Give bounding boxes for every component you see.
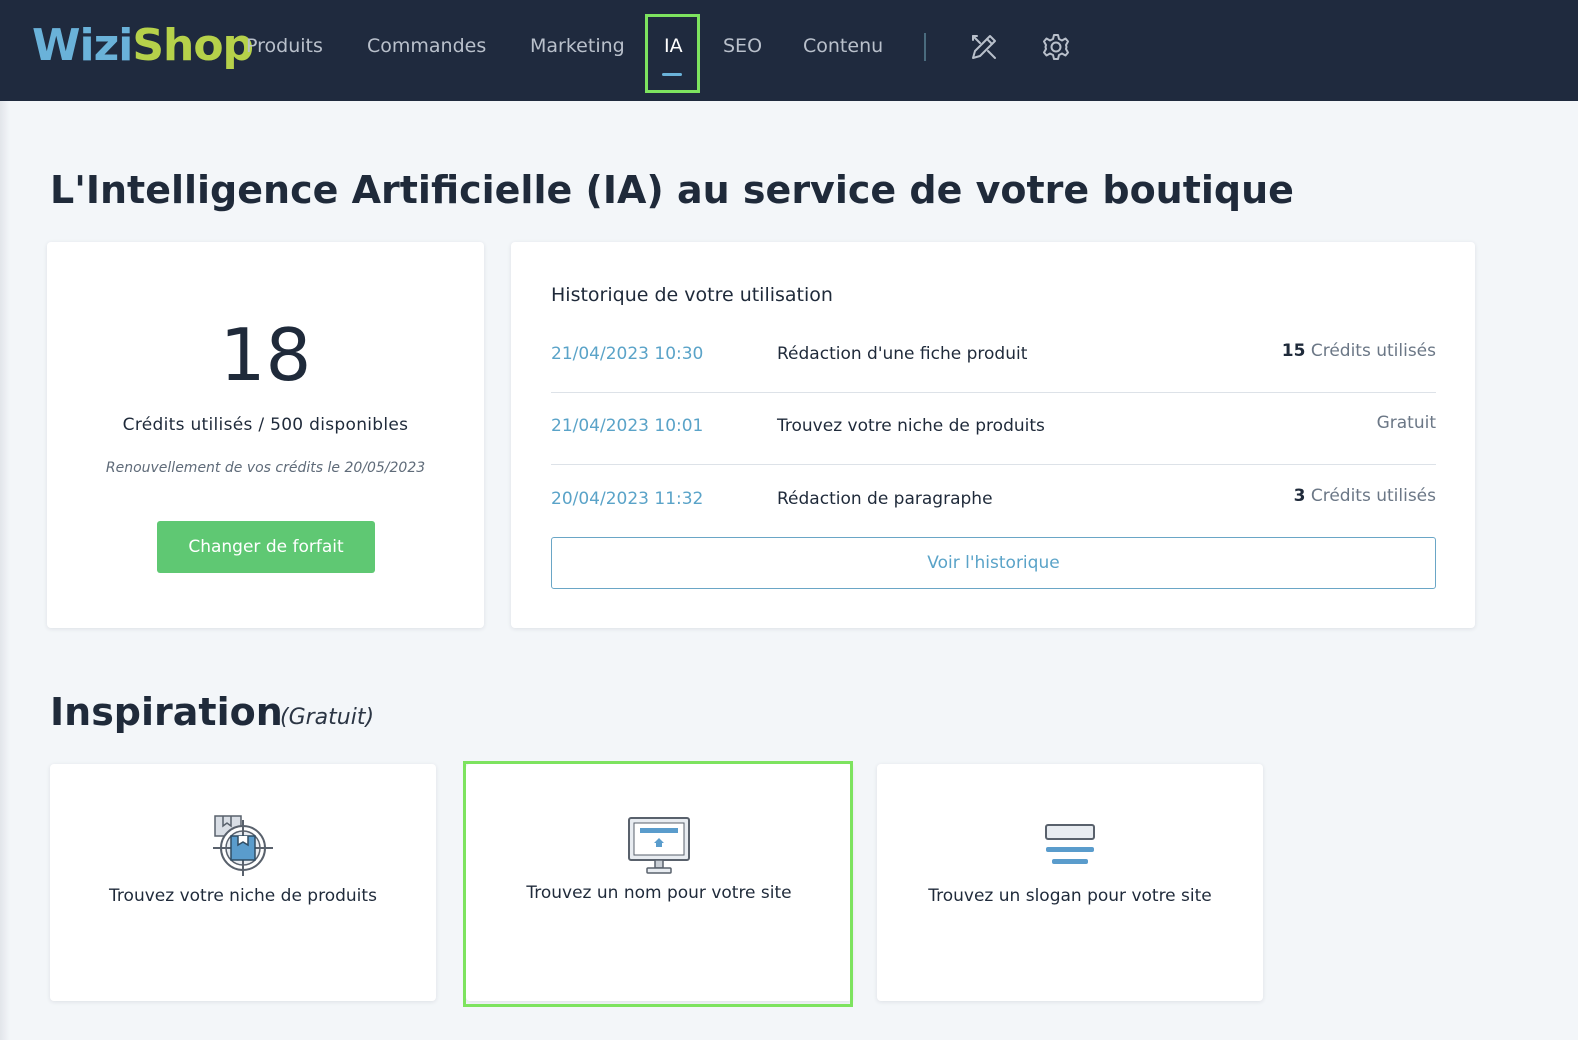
nav-ia-highlight: [645, 14, 700, 93]
nav-marketing[interactable]: Marketing: [530, 30, 625, 62]
history-action: Rédaction d'une fiche produit: [777, 344, 1028, 364]
credits-used-count: 18: [219, 313, 312, 397]
product-target-icon: [213, 815, 273, 876]
logo-part-wizi: Wizi: [32, 20, 133, 71]
change-plan-button[interactable]: Changer de forfait: [157, 521, 375, 573]
left-edge-shadow: [0, 101, 10, 1040]
tool-card-label: Trouvez un nom pour votre site: [526, 883, 792, 903]
nav-contenu[interactable]: Contenu: [803, 30, 883, 62]
history-divider: [551, 464, 1436, 465]
tool-card-label: Trouvez un slogan pour votre site: [928, 886, 1212, 906]
history-row: 21/04/2023 10:01 Trouvez votre niche de …: [551, 413, 1436, 446]
inspiration-subtitle: (Gratuit): [280, 705, 375, 730]
credits-label: Crédits utilisés / 500 disponibles: [122, 415, 409, 435]
monitor-icon: [628, 817, 690, 874]
design-tools-icon[interactable]: [969, 32, 999, 62]
history-divider: [551, 392, 1436, 393]
history-credits-text: Crédits utilisés: [1310, 486, 1436, 506]
tool-card-slogan[interactable]: Trouvez un slogan pour votre site: [877, 764, 1263, 1001]
nav-produits[interactable]: Produits: [246, 30, 323, 62]
page-title: L'Intelligence Artificielle (IA) au serv…: [50, 168, 1294, 212]
history-date: 20/04/2023 11:32: [551, 489, 704, 509]
slogan-lines-icon: [1045, 824, 1095, 864]
history-date: 21/04/2023 10:01: [551, 416, 704, 436]
nav-separator: [924, 33, 926, 61]
history-row: 21/04/2023 10:30 Rédaction d'une fiche p…: [551, 341, 1436, 374]
logo-part-shop: Shop: [132, 20, 254, 71]
gear-icon[interactable]: [1041, 32, 1071, 62]
history-credits-text: Crédits utilisés: [1310, 341, 1436, 361]
top-navigation-bar: WiziShop Produits Commandes Marketing IA…: [0, 0, 1578, 101]
history-credits: 15 Crédits utilisés: [1282, 341, 1436, 361]
history-credits: Gratuit: [1377, 413, 1436, 433]
tool-card-niche[interactable]: Trouvez votre niche de produits: [50, 764, 436, 1001]
view-history-button[interactable]: Voir l'historique: [551, 537, 1436, 589]
credits-renewal-text: Renouvellement de vos crédits le 20/05/2…: [105, 460, 426, 476]
history-credits: 3 Crédits utilisés: [1294, 486, 1436, 506]
history-date: 21/04/2023 10:30: [551, 344, 704, 364]
history-row: 20/04/2023 11:32 Rédaction de paragraphe…: [551, 486, 1436, 519]
history-credits-number: 3: [1293, 486, 1306, 506]
history-action: Trouvez votre niche de produits: [777, 416, 1045, 436]
nav-commandes[interactable]: Commandes: [367, 30, 486, 62]
tool-card-site-name[interactable]: Trouvez un nom pour votre site: [466, 764, 852, 1001]
history-title: Historique de votre utilisation: [551, 284, 833, 306]
nav-seo[interactable]: SEO: [723, 30, 762, 62]
history-credits-text: Gratuit: [1376, 413, 1436, 433]
wizishop-logo[interactable]: WiziShop: [32, 16, 254, 76]
inspiration-title: Inspiration: [50, 690, 283, 734]
history-credits-number: 15: [1281, 341, 1306, 361]
tool-card-label: Trouvez votre niche de produits: [109, 886, 377, 906]
history-action: Rédaction de paragraphe: [777, 489, 993, 509]
